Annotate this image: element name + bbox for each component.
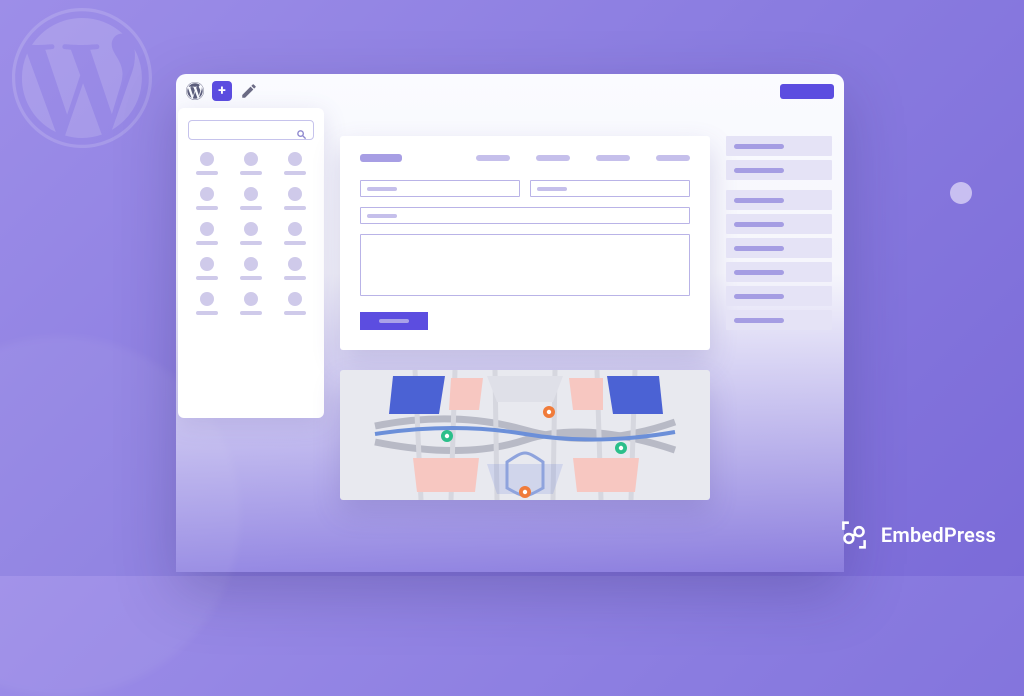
- block-label: [284, 171, 306, 175]
- block-item[interactable]: [232, 222, 270, 245]
- block-icon: [288, 292, 302, 306]
- settings-row[interactable]: [726, 238, 832, 258]
- map-embed[interactable]: [340, 370, 710, 500]
- block-item[interactable]: [276, 257, 314, 280]
- block-label: [284, 241, 306, 245]
- block-icon: [200, 222, 214, 236]
- add-block-button[interactable]: +: [212, 81, 232, 101]
- settings-row[interactable]: [726, 310, 832, 330]
- block-label: [196, 206, 218, 210]
- settings-row[interactable]: [726, 160, 832, 180]
- nav-item[interactable]: [596, 155, 630, 161]
- block-icon: [244, 222, 258, 236]
- block-label: [196, 171, 218, 175]
- block-icon: [200, 152, 214, 166]
- editor-canvas[interactable]: [340, 108, 710, 572]
- editor-window: +: [176, 74, 844, 572]
- settings-group: [726, 136, 832, 180]
- block-label: [196, 241, 218, 245]
- block-label: [196, 276, 218, 280]
- block-label: [240, 276, 262, 280]
- submit-button[interactable]: [360, 312, 428, 330]
- block-item[interactable]: [188, 187, 226, 210]
- settings-row[interactable]: [726, 136, 832, 156]
- block-icon: [200, 187, 214, 201]
- last-name-input[interactable]: [530, 180, 690, 197]
- settings-panel: [726, 108, 842, 572]
- blocks-grid: [188, 152, 314, 315]
- block-item[interactable]: [188, 292, 226, 315]
- block-item[interactable]: [276, 292, 314, 315]
- block-icon: [244, 292, 258, 306]
- block-item[interactable]: [276, 152, 314, 175]
- block-label: [240, 241, 262, 245]
- block-item[interactable]: [188, 222, 226, 245]
- settings-group: [726, 190, 832, 330]
- block-label: [240, 311, 262, 315]
- block-item[interactable]: [276, 222, 314, 245]
- block-icon: [200, 292, 214, 306]
- block-label: [240, 206, 262, 210]
- block-item[interactable]: [188, 257, 226, 280]
- block-icon: [288, 257, 302, 271]
- settings-row[interactable]: [726, 190, 832, 210]
- block-icon: [244, 187, 258, 201]
- block-item[interactable]: [232, 292, 270, 315]
- editor-toolbar: +: [176, 74, 844, 108]
- first-name-input[interactable]: [360, 180, 520, 197]
- block-item[interactable]: [232, 187, 270, 210]
- message-textarea[interactable]: [360, 234, 690, 296]
- block-icon: [288, 222, 302, 236]
- publish-button[interactable]: [780, 84, 834, 99]
- search-icon: [296, 125, 307, 136]
- page-header: [360, 154, 690, 162]
- edit-icon[interactable]: [240, 82, 258, 100]
- block-icon: [244, 152, 258, 166]
- embedpress-brand: EmbedPress: [837, 518, 996, 552]
- block-item[interactable]: [232, 152, 270, 175]
- blocks-panel: [178, 108, 324, 418]
- settings-row[interactable]: [726, 214, 832, 234]
- block-label: [196, 311, 218, 315]
- nav-item[interactable]: [536, 155, 570, 161]
- settings-row[interactable]: [726, 262, 832, 282]
- embedpress-brand-name: EmbedPress: [881, 523, 996, 547]
- block-label: [240, 171, 262, 175]
- email-input[interactable]: [360, 207, 690, 224]
- wordpress-bg-logo: [12, 8, 152, 152]
- block-label: [284, 206, 306, 210]
- block-label: [284, 276, 306, 280]
- nav-item[interactable]: [656, 155, 690, 161]
- settings-row[interactable]: [726, 286, 832, 306]
- decorative-dot: [950, 182, 972, 204]
- blocks-search-input[interactable]: [188, 120, 314, 140]
- block-label: [284, 311, 306, 315]
- nav-item[interactable]: [476, 155, 510, 161]
- block-item[interactable]: [276, 187, 314, 210]
- block-icon: [288, 152, 302, 166]
- block-icon: [200, 257, 214, 271]
- page-card: [340, 136, 710, 350]
- block-item[interactable]: [232, 257, 270, 280]
- embedpress-logo-icon: [837, 518, 871, 552]
- block-icon: [244, 257, 258, 271]
- wordpress-icon[interactable]: [186, 82, 204, 100]
- block-icon: [288, 187, 302, 201]
- block-item[interactable]: [188, 152, 226, 175]
- page-title: [360, 154, 402, 162]
